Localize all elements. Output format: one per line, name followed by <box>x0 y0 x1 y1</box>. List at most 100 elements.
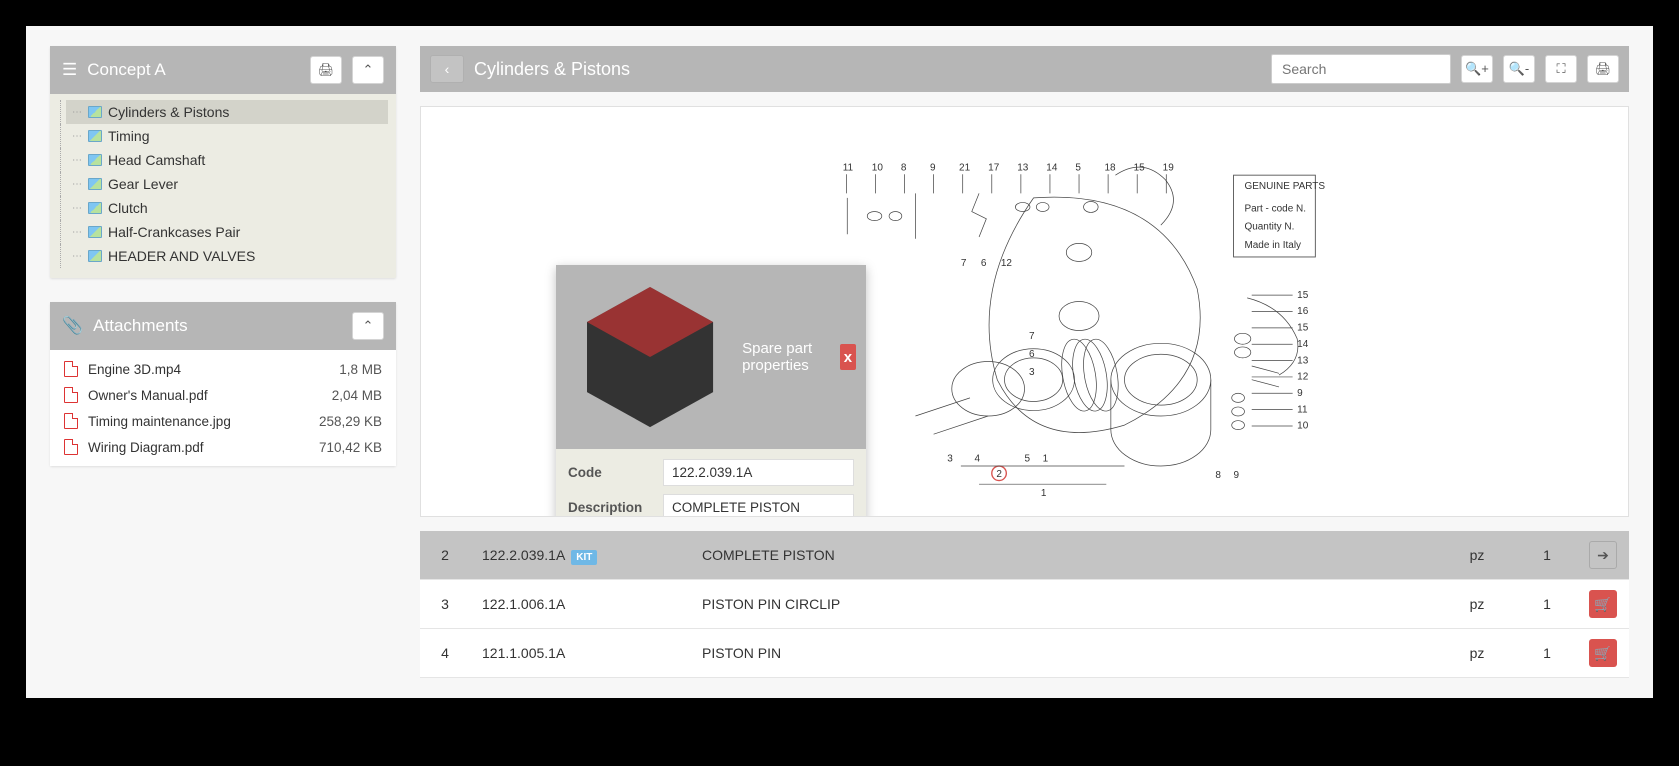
part-code: 122.2.039.1AKIT <box>470 537 690 573</box>
svg-text:5: 5 <box>1075 163 1081 174</box>
nav-title: Concept A <box>87 60 165 80</box>
description-label: Description <box>568 500 653 515</box>
image-icon <box>88 130 102 142</box>
part-desc: COMPLETE PISTON <box>690 537 1437 573</box>
print-diagram-button[interactable]: 🖨 <box>1587 55 1619 83</box>
svg-text:Quantity N.: Quantity N. <box>1244 222 1294 233</box>
svg-text:8: 8 <box>901 163 907 174</box>
attachments-panel: 📎 Attachments ⌃ Engine 3D.mp41,8 MBOwner… <box>50 302 396 466</box>
attachment-row[interactable]: Timing maintenance.jpg258,29 KB <box>50 408 396 434</box>
svg-text:3: 3 <box>1029 367 1035 378</box>
nav-item-label: Clutch <box>108 200 148 216</box>
svg-text:11: 11 <box>1297 404 1308 415</box>
svg-text:15: 15 <box>1297 290 1309 301</box>
table-row[interactable]: 4 121.1.005.1A PISTON PIN pz 1 🛒 <box>420 629 1629 678</box>
part-unit: pz <box>1437 635 1517 671</box>
svg-text:6: 6 <box>1029 349 1035 360</box>
zoom-out-button[interactable]: 🔍- <box>1503 55 1535 83</box>
nav-item[interactable]: ⋯Cylinders & Pistons <box>66 100 388 124</box>
print-button[interactable]: 🖨 <box>310 56 342 84</box>
attachment-name: Owner's Manual.pdf <box>88 388 208 403</box>
add-to-cart-button[interactable]: 🛒 <box>1589 590 1617 618</box>
svg-text:21: 21 <box>959 163 971 174</box>
nav-item[interactable]: ⋯Timing <box>66 124 388 148</box>
table-row[interactable]: 3 122.1.006.1A PISTON PIN CIRCLIP pz 1 🛒 <box>420 580 1629 629</box>
paperclip-icon: 📎 <box>62 316 83 336</box>
svg-text:12: 12 <box>1001 258 1013 269</box>
code-label: Code <box>568 465 653 480</box>
cart-icon: 🛒 <box>1594 596 1611 613</box>
app-frame: ☰ Concept A 🖨 ⌃ ⋯Cylinders & Pistons⋯Tim… <box>24 24 1655 700</box>
cart-icon: 🛒 <box>1594 645 1611 662</box>
nav-tree: ⋯Cylinders & Pistons⋯Timing⋯Head Camshaf… <box>50 94 396 278</box>
attachment-row[interactable]: Engine 3D.mp41,8 MB <box>50 356 396 382</box>
table-row[interactable]: 2 122.2.039.1AKIT COMPLETE PISTON pz 1 ➔ <box>420 531 1629 580</box>
part-ref: 2 <box>420 537 470 573</box>
svg-text:11: 11 <box>843 163 854 174</box>
attachment-name: Engine 3D.mp4 <box>88 362 181 377</box>
search-input[interactable] <box>1271 54 1451 84</box>
nav-item[interactable]: ⋯HEADER AND VALVES <box>66 244 388 268</box>
attachments-title: Attachments <box>93 316 188 336</box>
image-icon <box>88 226 102 238</box>
svg-text:9: 9 <box>1234 470 1240 481</box>
part-properties-popup: Spare part properties x Code 122.2.039.1… <box>556 265 866 517</box>
nav-item-label: Half-Crankcases Pair <box>108 224 240 240</box>
part-code: 121.1.005.1A <box>470 635 690 671</box>
exploded-diagram[interactable]: 111089211713145181519 GENUINE PARTS Part… <box>420 106 1629 517</box>
part-code: 122.1.006.1A <box>470 586 690 622</box>
back-button[interactable]: ‹ <box>430 55 464 83</box>
add-to-cart-button[interactable]: 🛒 <box>1589 639 1617 667</box>
nav-item-label: HEADER AND VALVES <box>108 248 255 264</box>
print-icon: 🖨 <box>1595 61 1612 77</box>
attachment-row[interactable]: Owner's Manual.pdf2,04 MB <box>50 382 396 408</box>
zoom-out-icon: 🔍- <box>1509 61 1530 77</box>
svg-text:15: 15 <box>1297 323 1309 334</box>
tree-connector-icon: ⋯ <box>72 155 82 166</box>
image-icon <box>88 106 102 118</box>
description-value: COMPLETE PISTON <box>663 494 854 517</box>
svg-text:Made in Italy: Made in Italy <box>1244 240 1301 251</box>
file-icon <box>64 361 78 377</box>
tree-connector-icon: ⋯ <box>72 131 82 142</box>
nav-item[interactable]: ⋯ Half-Crankcases Pair <box>66 220 388 244</box>
svg-text:10: 10 <box>1297 421 1309 432</box>
svg-text:9: 9 <box>1297 388 1303 399</box>
nav-panel-header: ☰ Concept A 🖨 ⌃ <box>50 46 396 94</box>
expand-icon: ⛶ <box>1556 61 1565 77</box>
chevron-up-icon: ⌃ <box>363 62 374 78</box>
collapse-button[interactable]: ⌃ <box>352 56 384 84</box>
fullscreen-button[interactable]: ⛶ <box>1545 55 1577 83</box>
zoom-in-icon: 🔍+ <box>1465 61 1489 77</box>
svg-text:2: 2 <box>996 469 1002 480</box>
svg-text:17: 17 <box>988 163 1000 174</box>
attachment-row[interactable]: Wiring Diagram.pdf710,42 KB <box>50 434 396 460</box>
popup-close-button[interactable]: x <box>840 344 856 370</box>
svg-text:12: 12 <box>1297 372 1309 383</box>
popup-title: Spare part properties <box>742 340 824 374</box>
attachments-collapse-button[interactable]: ⌃ <box>352 312 384 340</box>
svg-text:1: 1 <box>1043 453 1049 464</box>
svg-text:1: 1 <box>1041 488 1047 499</box>
part-qty: 1 <box>1517 586 1577 622</box>
part-desc: PISTON PIN CIRCLIP <box>690 586 1437 622</box>
popup-header: Spare part properties x <box>556 265 866 449</box>
nav-item-label: Cylinders & Pistons <box>108 104 229 120</box>
svg-text:13: 13 <box>1017 163 1029 174</box>
part-ref: 4 <box>420 635 470 671</box>
svg-text:3: 3 <box>947 453 953 464</box>
expand-row-button[interactable]: ➔ <box>1589 541 1617 569</box>
page-title: Cylinders & Pistons <box>474 59 630 80</box>
zoom-in-button[interactable]: 🔍+ <box>1461 55 1493 83</box>
nav-item[interactable]: ⋯Gear Lever <box>66 172 388 196</box>
part-desc: PISTON PIN <box>690 635 1437 671</box>
arrow-right-icon: ➔ <box>1597 547 1609 564</box>
code-value: 122.2.039.1A <box>663 459 854 486</box>
tree-connector-icon: ⋯ <box>72 179 82 190</box>
svg-text:4: 4 <box>975 453 981 464</box>
svg-text:13: 13 <box>1297 355 1309 366</box>
nav-item[interactable]: ⋯Clutch <box>66 196 388 220</box>
nav-item[interactable]: ⋯Head Camshaft <box>66 148 388 172</box>
parts-table: 2 122.2.039.1AKIT COMPLETE PISTON pz 1 ➔… <box>420 531 1629 678</box>
attachments-list: Engine 3D.mp41,8 MBOwner's Manual.pdf2,0… <box>50 350 396 466</box>
